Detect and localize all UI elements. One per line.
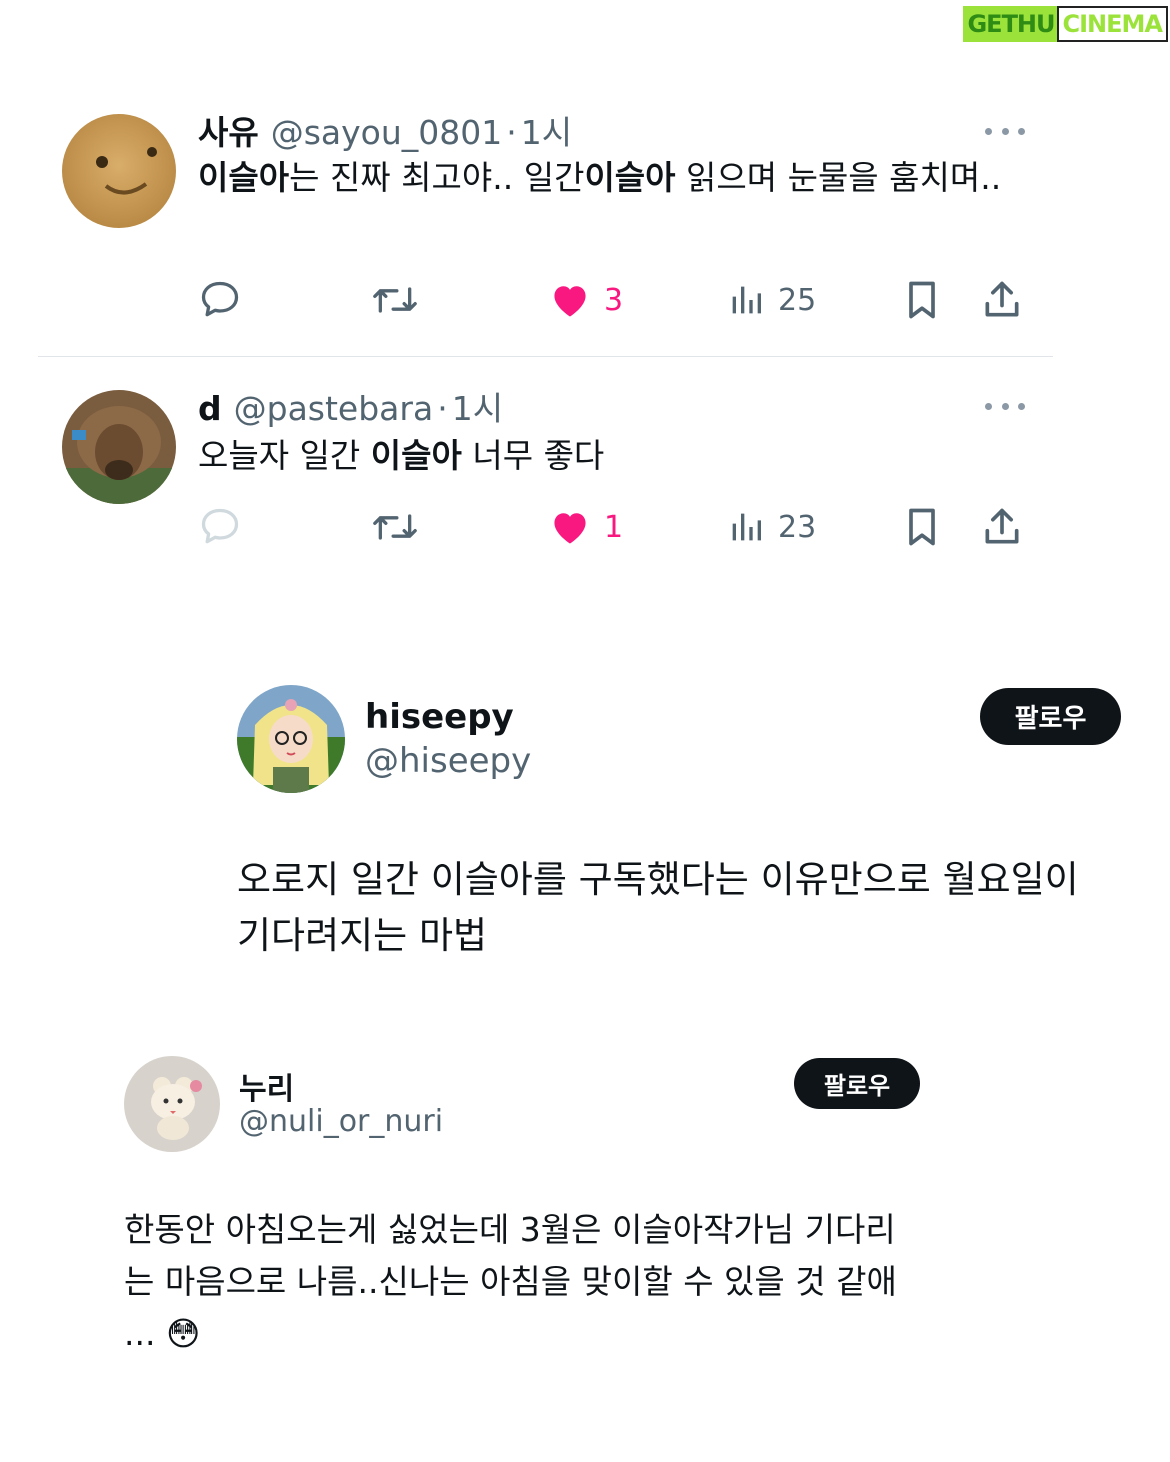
more-icon[interactable] — [985, 401, 1025, 411]
reply-button[interactable] — [198, 503, 242, 551]
like-count: 1 — [604, 509, 624, 545]
share-button[interactable] — [980, 276, 1024, 324]
separator: · — [437, 389, 448, 428]
reply-icon — [201, 281, 239, 317]
share-button[interactable] — [980, 503, 1024, 551]
tweet-header: d @pastebara · 1시 — [198, 382, 503, 430]
views-icon — [732, 513, 761, 541]
avatar[interactable] — [124, 1056, 220, 1152]
watermark-part2: CINEMA — [1056, 6, 1168, 42]
tweet-text: 오늘자 일간 이슬아 너무 좋다 — [198, 430, 1038, 482]
reply-button[interactable] — [198, 276, 242, 324]
avatar[interactable] — [62, 114, 176, 228]
text-segment: 읽으며 눈물을 훔치며.. — [675, 158, 1002, 197]
view-count: 23 — [778, 509, 817, 545]
user-handle[interactable]: @pastebara — [234, 389, 434, 428]
tweet-actions: 3 25 — [198, 276, 1038, 324]
tweet-text: 이슬아는 진짜 최고야.. 일간이슬아 읽으며 눈물을 훔치며.. — [198, 152, 1038, 204]
more-icon[interactable] — [985, 126, 1025, 136]
retweet-icon — [373, 514, 417, 540]
timestamp[interactable]: 1시 — [452, 382, 503, 430]
divider — [38, 356, 1053, 357]
follow-button[interactable]: 팔로우 — [980, 688, 1121, 745]
text-segment: 이슬아 — [584, 158, 676, 197]
share-icon — [985, 508, 1019, 544]
views-icon — [732, 286, 761, 314]
like-button[interactable]: 3 — [548, 276, 623, 324]
avatar[interactable] — [62, 390, 176, 504]
text-segment: 이슬아 — [198, 158, 290, 197]
user-handle[interactable]: @nuli_or_nuri — [239, 1104, 443, 1139]
text-segment: 오늘자 일간 — [198, 436, 371, 475]
separator: · — [506, 113, 517, 152]
retweet-button[interactable] — [370, 276, 420, 324]
tweet-header: 사유 @sayou_0801 · 1시 — [198, 106, 572, 154]
watermark-logo: GETHU CINEMA — [963, 4, 1168, 44]
text-segment: 너무 좋다 — [461, 436, 605, 475]
retweet-button[interactable] — [370, 503, 420, 551]
display-name[interactable]: 사유 — [198, 106, 259, 154]
post-text: 한동안 아침오는게 싫었는데 3월은 이슬아작가님 기다리는 마음으로 나름..… — [124, 1210, 897, 1353]
bookmark-button[interactable] — [900, 503, 944, 551]
display-name[interactable]: hiseepy — [365, 697, 514, 737]
post-text: 오로지 일간 이슬아를 구독했다는 이유만으로 월요일이 기다려지는 마법 — [237, 858, 1079, 957]
heart-icon — [554, 286, 586, 317]
views-button[interactable]: 23 — [726, 503, 816, 551]
timestamp[interactable]: 1시 — [521, 106, 572, 154]
display-name[interactable]: d — [198, 389, 222, 428]
bookmark-icon — [909, 281, 935, 319]
avatar[interactable] — [237, 685, 345, 793]
share-icon — [985, 281, 1019, 317]
view-count: 25 — [778, 282, 817, 318]
bookmark-button[interactable] — [900, 276, 944, 324]
retweet-icon — [373, 287, 417, 313]
text-segment: 이슬아 — [370, 436, 462, 475]
like-button[interactable]: 1 — [548, 503, 623, 551]
watermark-part1: GETHU — [963, 6, 1057, 42]
follow-button[interactable]: 팔로우 — [794, 1058, 920, 1109]
views-button[interactable]: 25 — [726, 276, 816, 324]
like-count: 3 — [604, 282, 624, 318]
user-handle[interactable]: @hiseepy — [365, 741, 531, 781]
display-name[interactable]: 누리 — [239, 1064, 294, 1108]
heart-icon — [554, 513, 586, 544]
user-handle[interactable]: @sayou_0801 — [271, 113, 503, 152]
reply-icon — [201, 508, 239, 544]
tweet-actions: 1 23 — [198, 503, 1038, 551]
text-segment: 는 진짜 최고야.. 일간 — [289, 158, 585, 197]
bookmark-icon — [909, 508, 935, 546]
